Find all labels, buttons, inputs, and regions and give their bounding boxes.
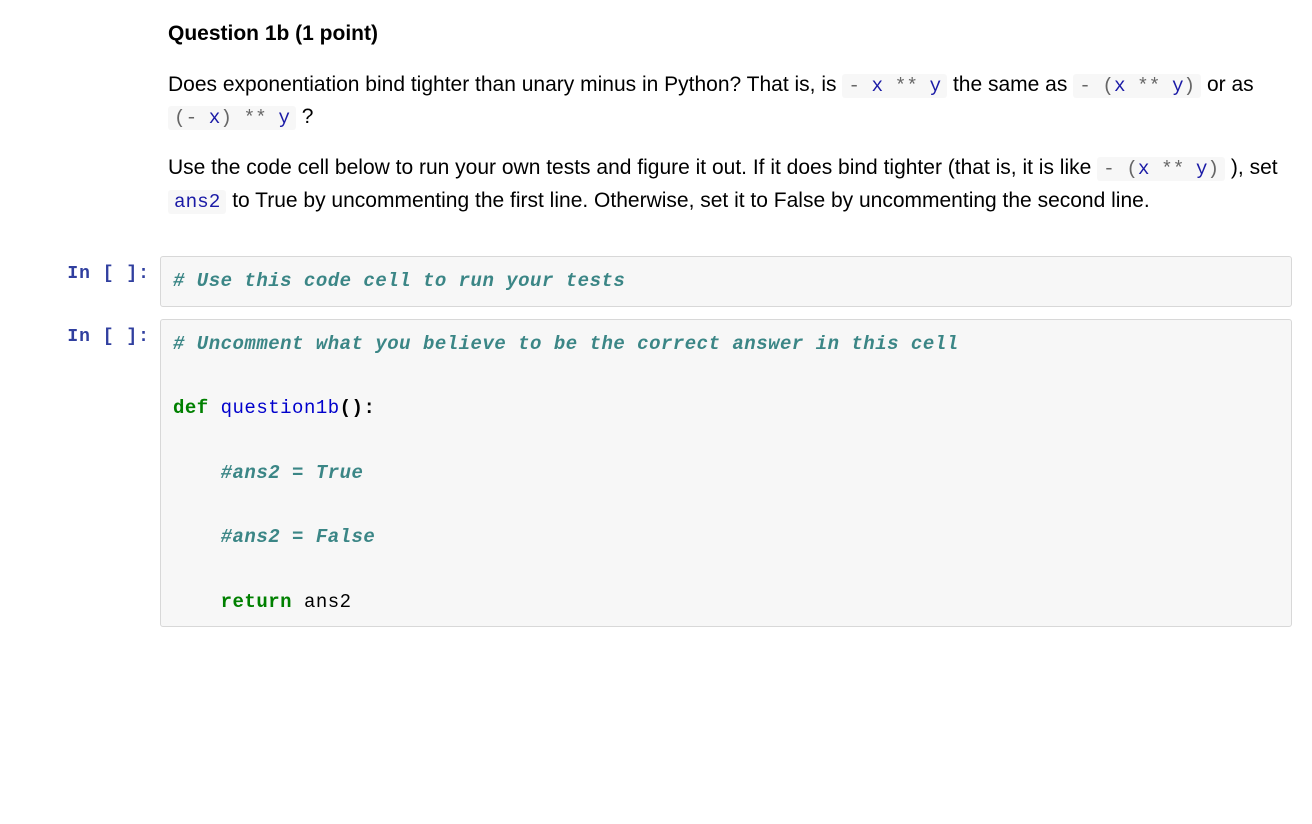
code-cell-2: In [ ]: # Uncomment what you believe to … [0,319,1312,628]
markdown-prompt [0,18,160,244]
code-cell-content: # Use this code cell to run your tests [160,256,1292,306]
text-fragment: or as [1207,73,1254,96]
input-prompt: In [ ]: [0,319,160,628]
notebook-container: Question 1b (1 point) Does exponentiatio… [0,0,1312,627]
question-heading: Question 1b (1 point) [168,22,378,45]
code-comment: # Uncomment what you believe to be the c… [173,333,959,355]
inline-code-expr-2: - (x ** y) [1073,74,1201,98]
text-fragment: Does exponentiation bind tighter than un… [168,73,842,96]
code-input-area[interactable]: # Use this code cell to run your tests [160,256,1292,306]
inline-code-expr-1: - x ** y [842,74,947,98]
markdown-content: Question 1b (1 point) Does exponentiatio… [160,18,1292,244]
text-fragment: the same as [953,73,1073,96]
text-fragment: ? [302,105,314,128]
inline-code-expr-3: (- x) ** y [168,106,296,130]
markdown-cell: Question 1b (1 point) Does exponentiatio… [0,18,1312,244]
code-input-area[interactable]: # Uncomment what you believe to be the c… [160,319,1292,628]
code-comment-ans-true: #ans2 = True [221,462,364,484]
inline-code-expr-4: - (x ** y) [1097,157,1225,181]
code-cell-1: In [ ]: # Use this code cell to run your… [0,256,1312,306]
code-comment: # Use this code cell to run your tests [173,270,625,292]
code-keyword-return: return [221,591,292,613]
code-comment-ans-false: #ans2 = False [221,526,376,548]
text-fragment: ), set [1231,156,1278,179]
code-parens: (): [340,397,376,419]
input-prompt: In [ ]: [0,256,160,306]
question-paragraph-2: Use the code cell below to run your own … [168,152,1284,218]
text-fragment: Use the code cell below to run your own … [168,156,1097,179]
code-function-name: question1b [221,397,340,419]
code-cell-content: # Uncomment what you believe to be the c… [160,319,1292,628]
code-identifier: ans2 [304,591,352,613]
code-keyword-def: def [173,397,209,419]
inline-code-ans2: ans2 [168,190,226,214]
text-fragment: to True by uncommenting the first line. … [232,189,1149,212]
question-paragraph-1: Does exponentiation bind tighter than un… [168,69,1284,135]
